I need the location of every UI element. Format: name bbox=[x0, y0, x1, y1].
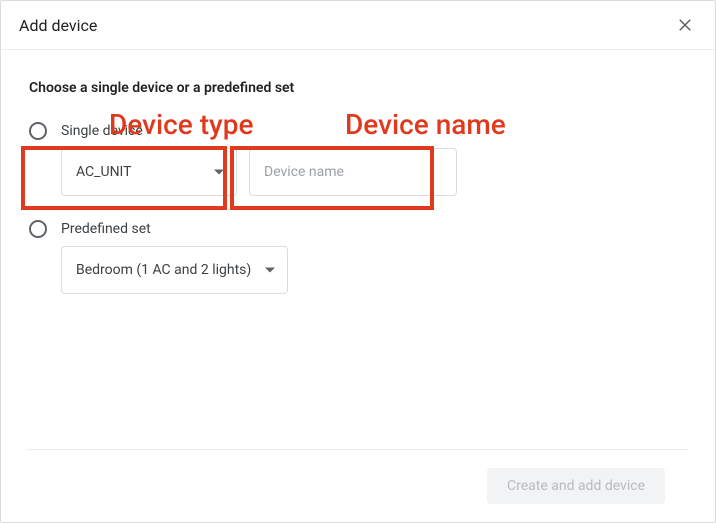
predefined-set-value: Bedroom (1 AC and 2 lights) bbox=[76, 262, 251, 278]
device-type-value: AC_UNIT bbox=[76, 164, 132, 180]
dialog-footer: Create and add device bbox=[27, 449, 689, 522]
predefined-option: Predefined set bbox=[29, 220, 687, 238]
predefined-radio[interactable] bbox=[29, 220, 47, 238]
single-device-controls: AC_UNIT bbox=[61, 148, 687, 196]
choose-subtitle: Choose a single device or a predefined s… bbox=[29, 80, 687, 96]
close-button[interactable] bbox=[673, 13, 697, 37]
predefined-set-select[interactable]: Bedroom (1 AC and 2 lights) bbox=[61, 246, 288, 294]
dialog-header: Add device bbox=[1, 1, 715, 50]
chevron-down-icon bbox=[214, 170, 224, 175]
single-device-label[interactable]: Single device bbox=[61, 123, 143, 139]
create-add-device-button[interactable]: Create and add device bbox=[487, 468, 665, 504]
predefined-section: Predefined set Bedroom (1 AC and 2 light… bbox=[29, 220, 687, 294]
predefined-label[interactable]: Predefined set bbox=[61, 221, 151, 237]
single-device-radio[interactable] bbox=[29, 122, 47, 140]
device-name-input[interactable] bbox=[249, 148, 457, 196]
predefined-controls: Bedroom (1 AC and 2 lights) bbox=[61, 246, 687, 294]
close-icon bbox=[676, 16, 694, 34]
device-type-select[interactable]: AC_UNIT bbox=[61, 148, 237, 196]
single-device-option: Single device bbox=[29, 122, 687, 140]
chevron-down-icon bbox=[265, 268, 275, 273]
dialog-title: Add device bbox=[19, 16, 97, 35]
add-device-dialog: Add device Choose a single device or a p… bbox=[0, 0, 716, 523]
dialog-body: Choose a single device or a predefined s… bbox=[1, 50, 715, 449]
